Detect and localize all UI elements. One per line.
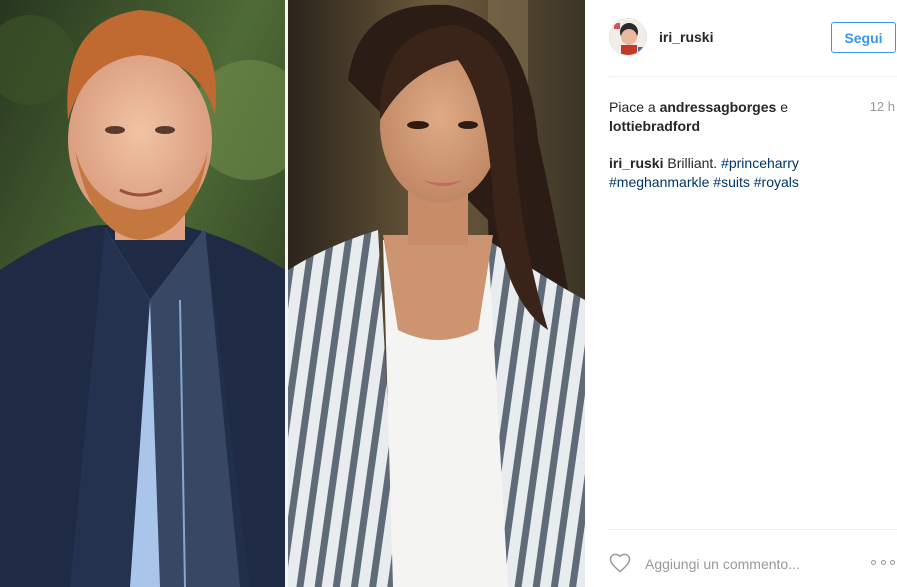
- post-timestamp[interactable]: 12 h: [870, 99, 895, 114]
- caption-text: Brilliant.: [667, 155, 718, 171]
- more-options-icon[interactable]: [871, 552, 895, 572]
- comment-input[interactable]: [645, 554, 845, 574]
- dot-icon: [871, 559, 876, 565]
- dot-icon: [880, 559, 886, 565]
- hashtag-link[interactable]: #suits: [713, 174, 750, 190]
- instagram-post: iri_ruski Segui Piace a andressagborges …: [0, 0, 897, 587]
- heart-icon[interactable]: [609, 553, 631, 573]
- hashtag-link[interactable]: #meghanmarkle: [609, 174, 709, 190]
- comment-bar: [609, 529, 897, 587]
- post-image[interactable]: [0, 0, 585, 587]
- post-header: iri_ruski Segui: [609, 0, 897, 77]
- photo-left-man: [0, 0, 285, 587]
- likes-prefix: Piace a: [609, 99, 656, 115]
- likes-conjunction: e: [780, 99, 788, 115]
- photo-right-woman: [288, 0, 585, 587]
- username[interactable]: iri_ruski: [659, 29, 713, 45]
- liker-username[interactable]: lottiebradford: [609, 118, 700, 134]
- hashtag-link[interactable]: #royals: [754, 174, 799, 190]
- dot-icon: [890, 559, 895, 565]
- likes-text: Piace a andressagborges e lottiebradford: [609, 98, 819, 136]
- avatar[interactable]: [609, 18, 647, 56]
- caption-username[interactable]: iri_ruski: [609, 155, 663, 171]
- post-caption: iri_ruski Brilliant. #princeharry #megha…: [609, 154, 869, 192]
- post-sidebar: iri_ruski Segui Piace a andressagborges …: [585, 0, 897, 587]
- follow-button[interactable]: Segui: [831, 22, 896, 53]
- liker-username[interactable]: andressagborges: [660, 99, 777, 115]
- hashtag-link[interactable]: #princeharry: [721, 155, 799, 171]
